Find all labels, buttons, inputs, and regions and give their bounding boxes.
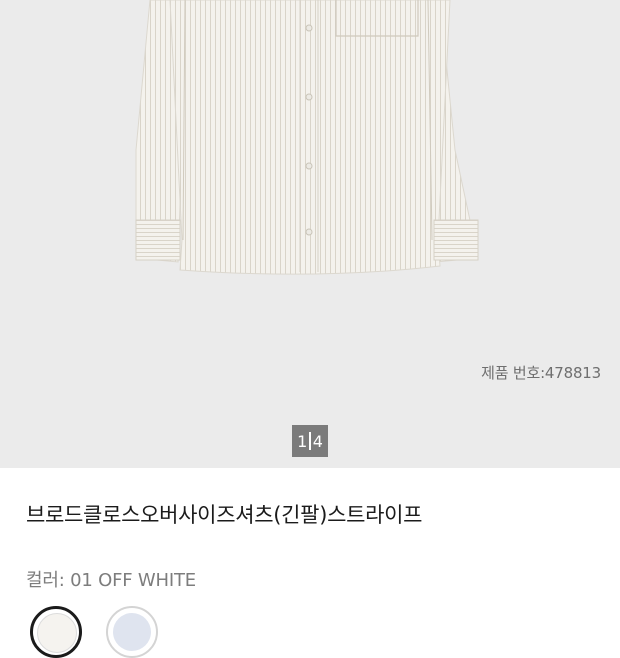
pager-divider [309,432,311,450]
image-pager: 1 4 [292,425,328,457]
swatch-blue-fill [113,613,151,651]
swatch-off-white-fill [37,613,77,653]
pager-current: 1 [297,431,308,451]
product-number: 제품 번호:478813 [481,364,601,382]
product-title: 브로드클로스오버사이즈셔츠(긴팔)스트라이프 [26,503,423,527]
swatch-blue[interactable] [106,606,158,658]
pager-total: 4 [312,431,323,451]
product-image-gallery[interactable]: 제품 번호:478813 1 4 [0,0,620,468]
swatch-off-white[interactable] [30,606,82,658]
color-label: 컬러: 01 OFF WHITE [26,570,196,591]
shirt-image[interactable] [0,0,620,468]
